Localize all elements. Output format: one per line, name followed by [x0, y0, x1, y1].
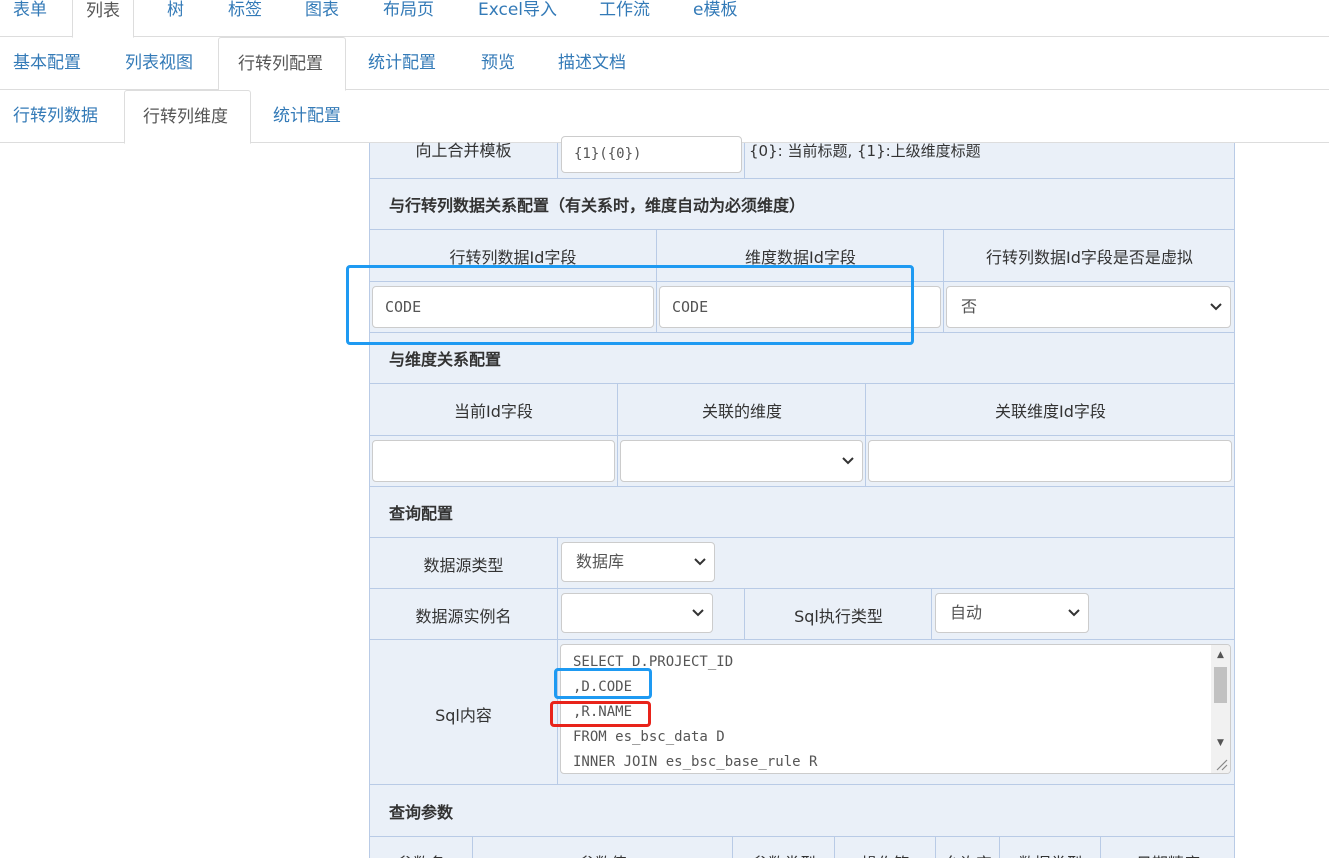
datasource-instance-label: 数据源实例名	[415, 607, 512, 626]
merge-template-label: 向上合并模板	[415, 141, 512, 160]
tab-row-to-col-data[interactable]: 行转列数据	[0, 90, 111, 143]
header-param-value: 参数值	[473, 850, 733, 858]
scrollbar-thumb[interactable]	[1214, 667, 1227, 703]
merge-template-hint: {0}: 当前标题, {1}:上级维度标题	[749, 142, 981, 160]
tab-description-doc[interactable]: 描述文档	[545, 37, 639, 90]
header-current-id-field: 当前Id字段	[454, 402, 533, 421]
tab-row-to-col-config[interactable]: 行转列配置	[218, 37, 346, 91]
tab-excel-import[interactable]: Excel导入	[465, 0, 570, 37]
tab-etemplate[interactable]: e模板	[680, 0, 750, 37]
top-tabs: 表单 列表 树 标签 图表 布局页 Excel导入 工作流 e模板	[0, 0, 1329, 38]
current-id-field-input[interactable]	[372, 440, 615, 482]
tab-row-to-col-dimension[interactable]: 行转列维度	[124, 90, 251, 144]
virtual-field-select[interactable]: 否	[946, 286, 1231, 328]
tab-list-view[interactable]: 列表视图	[112, 37, 206, 90]
header-virtual-field: 行转列数据Id字段是否是虚拟	[986, 248, 1193, 267]
header-operator: 操作符	[835, 850, 936, 858]
sub-tabs: 基本配置 列表视图 行转列配置 统计配置 预览 描述文档	[0, 37, 1329, 91]
tab-stats-config[interactable]: 统计配置	[355, 37, 449, 90]
dim-id-field-input[interactable]: CODE	[659, 286, 941, 328]
data-id-field-input[interactable]: CODE	[372, 286, 654, 328]
datasource-instance-select[interactable]	[561, 593, 713, 633]
header-dim-id-field: 维度数据Id字段	[745, 248, 856, 267]
chevron-down-icon	[842, 441, 854, 498]
tab-preview[interactable]: 预览	[468, 37, 528, 90]
header-param-type: 参数类型	[733, 850, 835, 858]
dim-relation-section-title: 与维度关系配置	[389, 350, 502, 369]
sql-scrollbar[interactable]: ▲ ▼	[1211, 645, 1230, 773]
tab-tag[interactable]: 标签	[215, 0, 275, 37]
chevron-down-icon	[1210, 287, 1222, 344]
chevron-down-icon	[692, 594, 704, 648]
merge-template-input[interactable]: {1}({0})	[561, 136, 742, 173]
sql-exec-type-value: 自动	[950, 603, 983, 622]
tab-basic-config[interactable]: 基本配置	[0, 37, 94, 90]
sql-exec-type-label: Sql执行类型	[794, 607, 883, 626]
tab-layout[interactable]: 布局页	[370, 0, 447, 37]
tab-list[interactable]: 列表	[72, 0, 134, 38]
resize-handle-icon[interactable]	[1214, 757, 1228, 771]
tab-third-stats-config[interactable]: 统计配置	[260, 90, 354, 143]
sql-content-textarea[interactable]: SELECT D.PROJECT_ID ,D.CODE ,R.NAME FROM…	[560, 644, 1231, 774]
chevron-down-icon	[1068, 594, 1080, 648]
sql-line: ,D.CODE	[573, 679, 633, 695]
related-dimension-select[interactable]	[620, 440, 863, 482]
header-param-name: 参数名	[369, 850, 473, 858]
cell	[369, 785, 1235, 837]
tab-form[interactable]: 表单	[0, 0, 60, 37]
datasource-type-label: 数据源类型	[423, 556, 504, 575]
sql-line: SELECT D.PROJECT_ID	[573, 654, 734, 670]
header-related-dimension: 关联的维度	[701, 402, 782, 421]
header-date-precision: 日期精度	[1101, 850, 1235, 858]
sql-content-label: Sql内容	[435, 706, 492, 725]
header-data-id-field: 行转列数据Id字段	[449, 248, 577, 267]
scroll-up-icon[interactable]: ▲	[1211, 647, 1230, 663]
relation-section-title: 与行转列数据关系配置（有关系时，维度自动为必须维度）	[389, 196, 806, 215]
sql-line: INNER JOIN es_bsc_base_rule R	[573, 754, 818, 770]
tab-tree[interactable]: 树	[154, 0, 197, 37]
sql-line: ,R.NAME	[573, 704, 633, 720]
tab-workflow[interactable]: 工作流	[586, 0, 663, 37]
virtual-field-value: 否	[961, 297, 978, 316]
sql-exec-type-select[interactable]: 自动	[935, 593, 1089, 633]
header-allow-null: 允许空	[936, 850, 1000, 858]
params-section-title: 查询参数	[389, 803, 454, 822]
header-related-dim-id-field: 关联维度Id字段	[995, 402, 1106, 421]
header-data-type: 数据类型	[1000, 850, 1101, 858]
tab-chart[interactable]: 图表	[292, 0, 352, 37]
datasource-type-value: 数据库	[576, 552, 625, 571]
datasource-type-select[interactable]: 数据库	[561, 542, 715, 582]
related-dim-id-field-input[interactable]	[868, 440, 1232, 482]
chevron-down-icon	[694, 543, 706, 597]
cell	[369, 487, 1235, 538]
sql-line: FROM es_bsc_data D	[573, 729, 725, 745]
query-section-title: 查询配置	[389, 504, 454, 523]
scroll-down-icon[interactable]: ▼	[1211, 735, 1230, 751]
